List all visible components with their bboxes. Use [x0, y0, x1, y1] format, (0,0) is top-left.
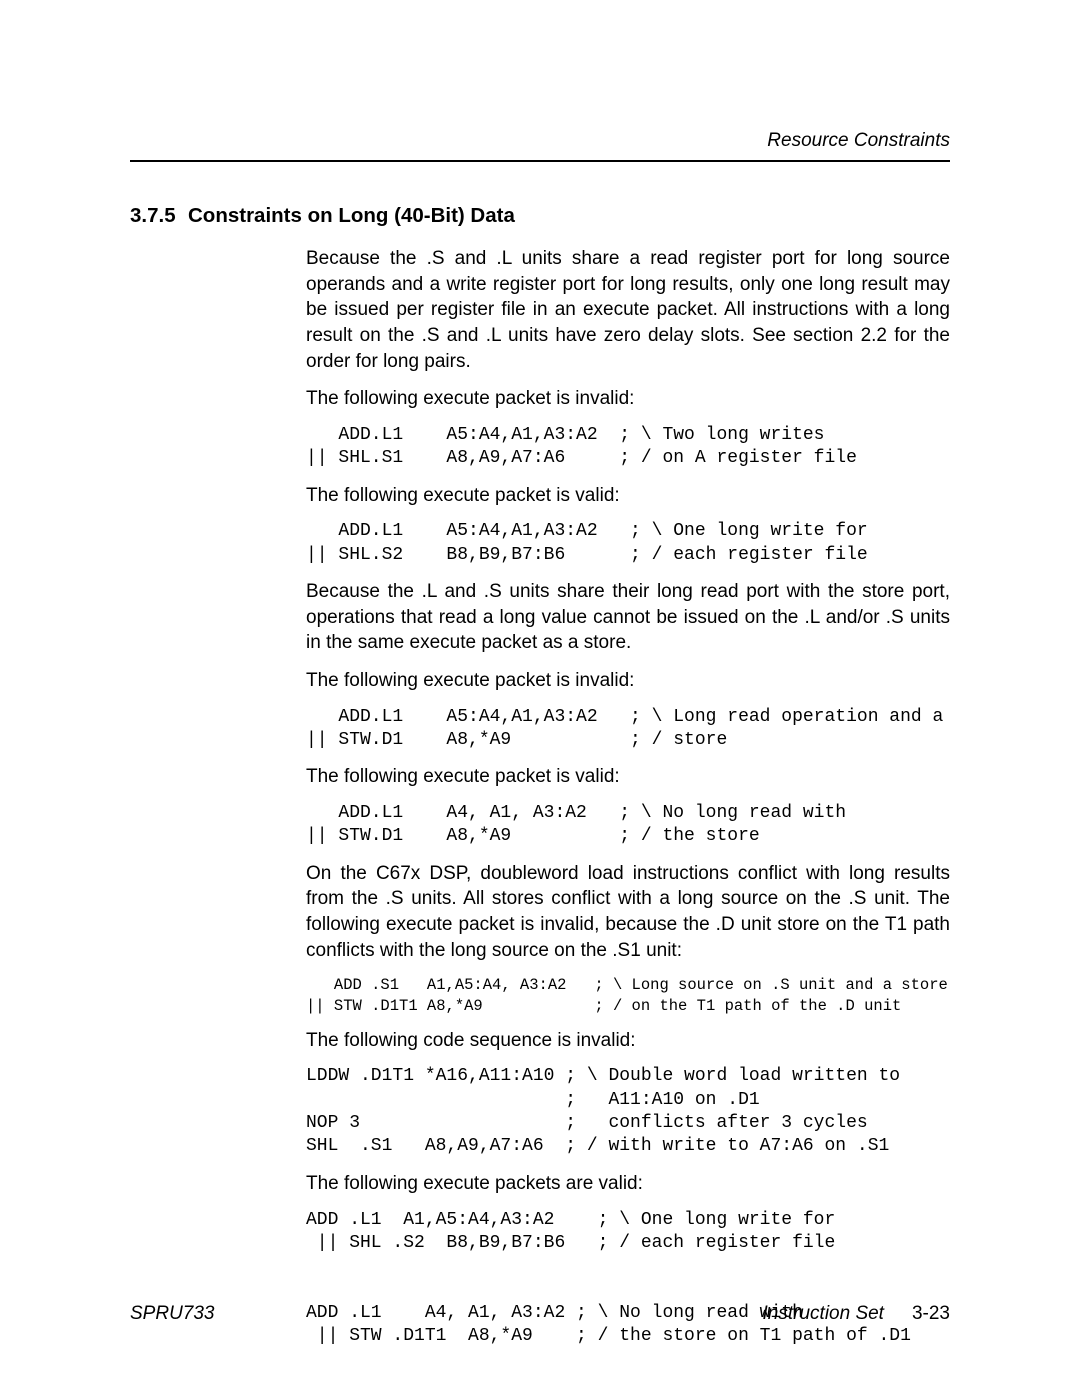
footer-page-number: 3-23: [912, 1303, 950, 1324]
section-title: Constraints on Long (40-Bit) Data: [188, 204, 515, 227]
running-header: Resource Constraints: [130, 130, 950, 152]
code-block: LDDW .D1T1 *A16,A11:A10 ; \ Double word …: [306, 1065, 950, 1159]
paragraph: The following execute packet is valid:: [306, 483, 950, 509]
footer-doc-id: SPRU733: [130, 1303, 215, 1325]
paragraph: The following execute packet is valid:: [306, 764, 950, 790]
paragraph: The following code sequence is invalid:: [306, 1028, 950, 1054]
section-heading: 3.7.5Constraints on Long (40-Bit) Data: [130, 204, 950, 228]
footer-right: Instruction Set 3-23: [763, 1303, 950, 1325]
code-block: ADD.L1 A5:A4,A1,A3:A2 ; \ Long read oper…: [306, 706, 950, 753]
paragraph: The following execute packet is invalid:: [306, 668, 950, 694]
code-block: ADD.L1 A5:A4,A1,A3:A2 ; \ One long write…: [306, 520, 950, 567]
code-block: ADD.L1 A4, A1, A3:A2 ; \ No long read wi…: [306, 802, 950, 849]
section-number: 3.7.5: [130, 204, 188, 228]
paragraph: The following execute packets are valid:: [306, 1171, 950, 1197]
header-rule: [130, 160, 950, 162]
paragraph: On the C67x DSP, doubleword load instruc…: [306, 861, 950, 964]
footer-chapter: Instruction Set: [763, 1303, 884, 1324]
paragraph: The following execute packet is invalid:: [306, 386, 950, 412]
section-body: Because the .S and .L units share a read…: [306, 246, 950, 1349]
paragraph: Because the .S and .L units share a read…: [306, 246, 950, 374]
code-block: ADD .L1 A1,A5:A4,A3:A2 ; \ One long writ…: [306, 1209, 950, 1349]
page: Resource Constraints 3.7.5Constraints on…: [0, 0, 1080, 1397]
code-block: ADD .S1 A1,A5:A4, A3:A2 ; \ Long source …: [306, 975, 950, 1015]
paragraph: Because the .L and .S units share their …: [306, 579, 950, 656]
page-footer: SPRU733 Instruction Set 3-23: [130, 1303, 950, 1325]
code-block: ADD.L1 A5:A4,A1,A3:A2 ; \ Two long write…: [306, 424, 950, 471]
